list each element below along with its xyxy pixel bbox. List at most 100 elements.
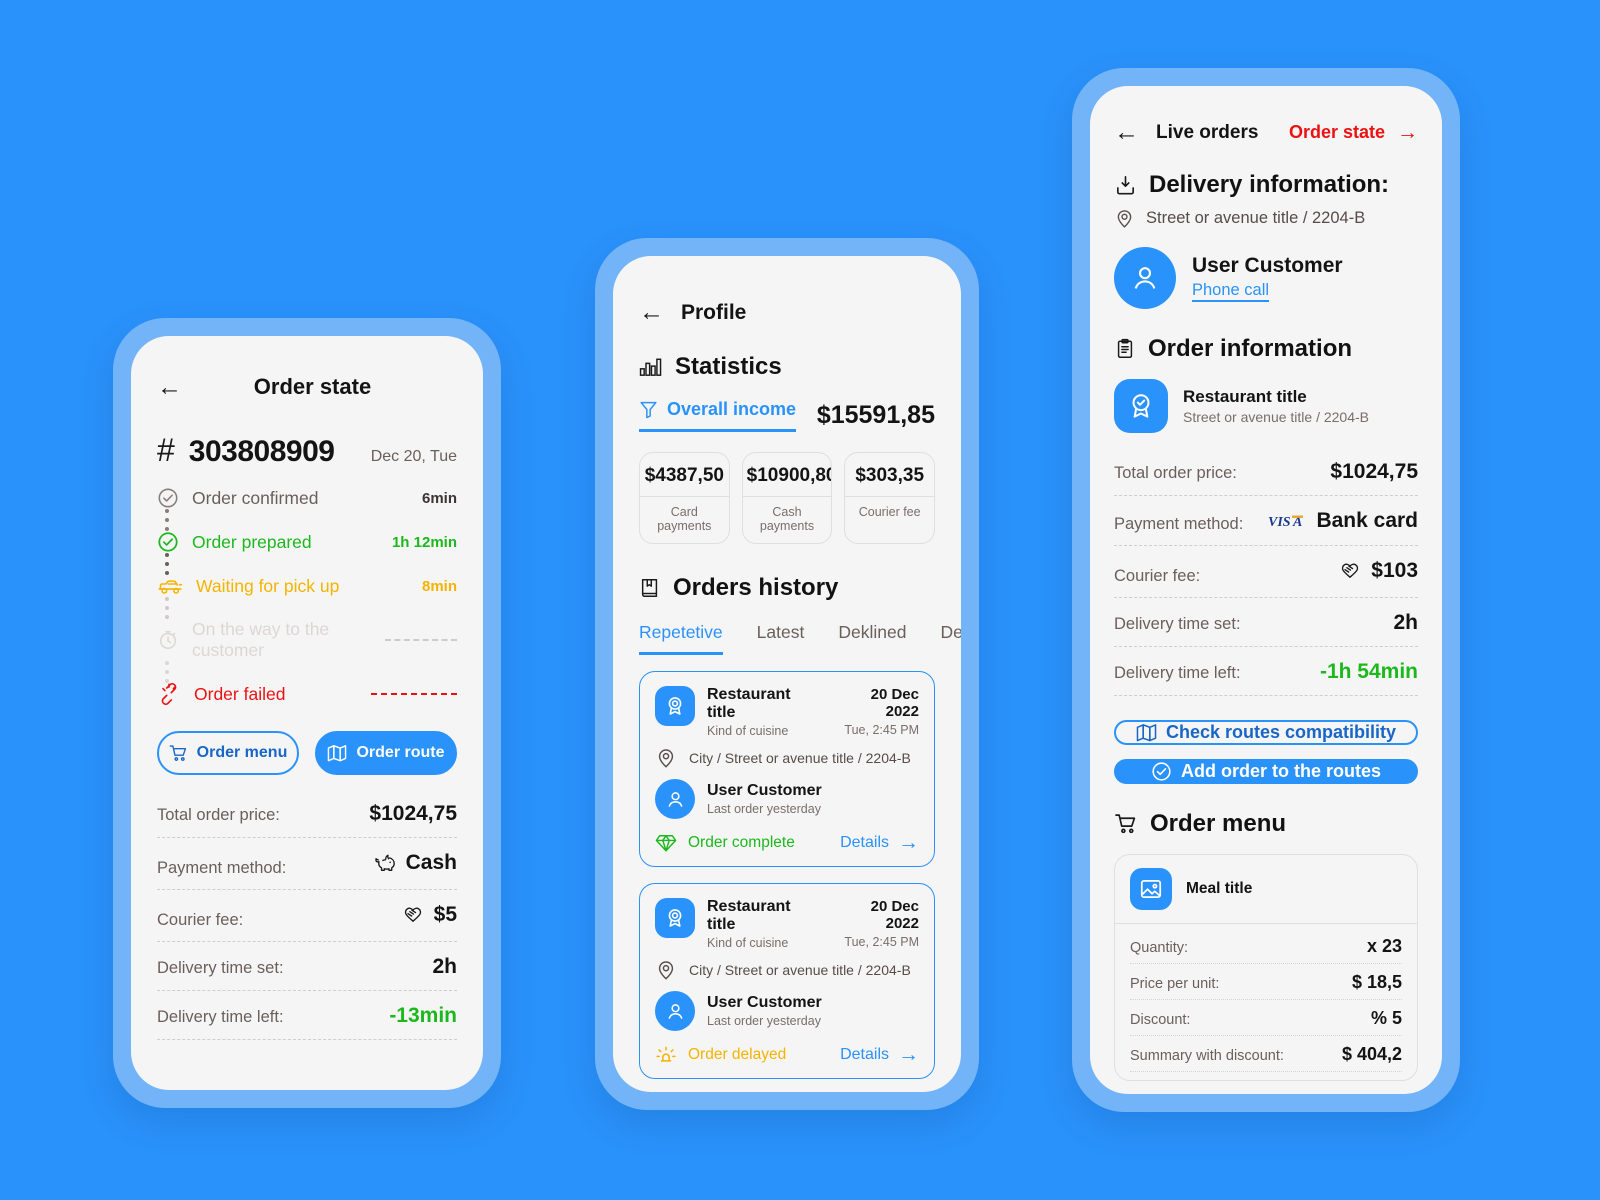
tab-overflow[interactable]: De [940,622,961,655]
details-link[interactable]: Details → [840,1044,919,1065]
user-icon [1114,247,1176,309]
timeline-step: Order confirmed 6min [157,487,457,509]
order-state-link[interactable]: Order state → [1289,122,1418,143]
order-card-footer: Order delayed Details → [655,1044,919,1065]
order-customer-row: User Customer Last order yesterday [655,991,919,1031]
delivery-address-row: Street or avenue title / 2204-B [1090,208,1442,229]
timeline-label: Order confirmed [192,487,319,508]
order-card-date-block: 20 Dec 2022 Tue, 2:45 PM [834,686,919,737]
order-history-card[interactable]: Restaurant title Kind of cuisine 20 Dec … [639,883,935,1079]
income-filter-row: Overall income $15591,85 [613,399,961,432]
screen-order-state: ← Order state # 303808909 Dec 20, Tue Or… [131,336,483,1090]
check-routes-button[interactable]: Check routes compatibility [1114,719,1418,745]
detail-row: Delivery time left: -13min [157,991,457,1040]
tab-latest[interactable]: Latest [757,622,805,655]
order-route-label: Order route [356,744,445,761]
meal-row-value: % 5 [1370,1007,1402,1028]
arrow-left-icon[interactable]: ← [157,374,182,400]
phone-call-link[interactable]: Phone call [1192,281,1270,302]
meal-row: Summary with discount: $ 404,2 [1130,1036,1402,1072]
meal-row: Discount: % 5 [1130,1000,1402,1036]
stat-label: Cash payments [742,496,832,543]
customer-name: User Customer [707,782,822,799]
detail-value-group: $103 [1337,559,1418,583]
stat-card[interactable]: $303,35 Courier fee [844,452,936,544]
overall-income-tab[interactable]: Overall income [639,399,797,432]
delivery-info-label: Delivery information: [1149,171,1390,198]
order-customer-block: User Customer Last order yesterday [707,994,822,1028]
timeline-step: Order failed [157,683,457,705]
phone2-topbar: ← Profile [613,256,961,325]
handshake-icon [400,905,426,925]
detail-value: $103 [1371,558,1418,582]
screenshot-stage: ← Order state # 303808909 Dec 20, Tue Or… [0,0,1600,1200]
pin-icon [655,747,677,769]
detail-value-group: $5 [400,903,457,927]
customer-sub: Last order yesterday [707,802,821,816]
order-route-button[interactable]: Order route [315,731,457,775]
detail-value-group: VIS A Bank card [1268,509,1418,533]
timeline-time: 8min [421,577,457,595]
detail-row: Payment method: VIS A Bank card [1114,496,1418,546]
order-time: Tue, 2:45 PM [844,935,919,949]
meal-row: Price per unit: $ 18,5 [1130,964,1402,1000]
order-address-row: City / Street or avenue title / 2204-B [655,959,919,981]
detail-row: Total order price: $1024,75 [1114,447,1418,496]
book-icon [639,577,661,599]
timeline-time: 1h 12min [391,533,457,551]
phone1-details: Total order price: $1024,75 Payment meth… [131,789,483,1040]
timeline-step: On the way to the customer [157,619,457,661]
order-menu-button[interactable]: Order menu [157,731,299,775]
add-order-button[interactable]: Add order to the routes [1114,758,1418,784]
order-status: Order complete [688,833,795,851]
detail-value: 2h [432,955,457,978]
restaurant-title: Restaurant title [707,686,791,721]
arrow-left-icon[interactable]: ← [1114,120,1139,145]
detail-value: -1h 54min [1319,659,1418,683]
timeline-label: Order failed [194,683,286,704]
order-timeline: Order confirmed 6min Order prepared 1h 1… [131,469,483,705]
phone3-action-buttons: Check routes compatibility Add order to … [1090,696,1442,784]
piggy-bank-icon [374,853,398,873]
restaurant-title: Restaurant title [1183,387,1307,406]
user-icon [655,779,695,819]
order-info-heading: Order information [1090,335,1442,363]
details-link[interactable]: Details → [840,832,919,853]
restaurant-title: Restaurant title [707,898,791,933]
detail-value: -13min [389,1004,457,1027]
stat-card[interactable]: $4387,50 Card payments [639,452,730,544]
details-label: Details [840,833,889,851]
detail-key: Total order price: [157,806,280,824]
timeline-label: Waiting for pick up [196,575,340,596]
tab-deklined[interactable]: Deklined [838,622,906,655]
page-title: Order state [253,374,372,399]
meal-row-key: Quantity: [1130,939,1189,956]
page-title: Live orders [1156,121,1259,143]
phone1-action-buttons: Order menu Order route [131,705,483,775]
timeline-dash [384,639,457,641]
detail-key: Total order price: [1114,464,1237,482]
order-menu-label: Order menu [196,744,288,761]
stat-value: $303,35 [855,465,925,486]
detail-row: Payment method: Cash [157,838,457,890]
check-circle-icon [1151,761,1172,782]
timeline-connector [157,597,457,619]
meal-row-key: Summary with discount: [1130,1047,1284,1064]
meal-card[interactable]: Meal title Quantity: x 23 Price per unit… [1114,853,1418,1081]
siren-icon [655,1045,677,1065]
detail-value: 2h [1393,610,1418,634]
order-date: 20 Dec 2022 [870,686,919,720]
bar-chart-icon [639,357,663,377]
tab-repetetive[interactable]: Repetetive [639,622,723,655]
order-history-card[interactable]: Restaurant title Kind of cuisine 20 Dec … [639,671,935,867]
svg-text:VIS: VIS [1268,515,1291,529]
meal-row-key: Price per unit: [1130,975,1220,992]
order-info-label: Order information [1148,335,1353,362]
timeline-time: 6min [421,489,457,507]
arrow-left-icon[interactable]: ← [639,300,664,325]
detail-row: Total order price: $1024,75 [157,789,457,838]
stat-card[interactable]: $10900,80 Cash payments [741,452,833,544]
phone3-topbar: ← Live orders Order state → [1090,86,1442,145]
order-id-row: # 303808909 Dec 20, Tue [131,400,483,469]
diamond-icon [655,833,677,853]
